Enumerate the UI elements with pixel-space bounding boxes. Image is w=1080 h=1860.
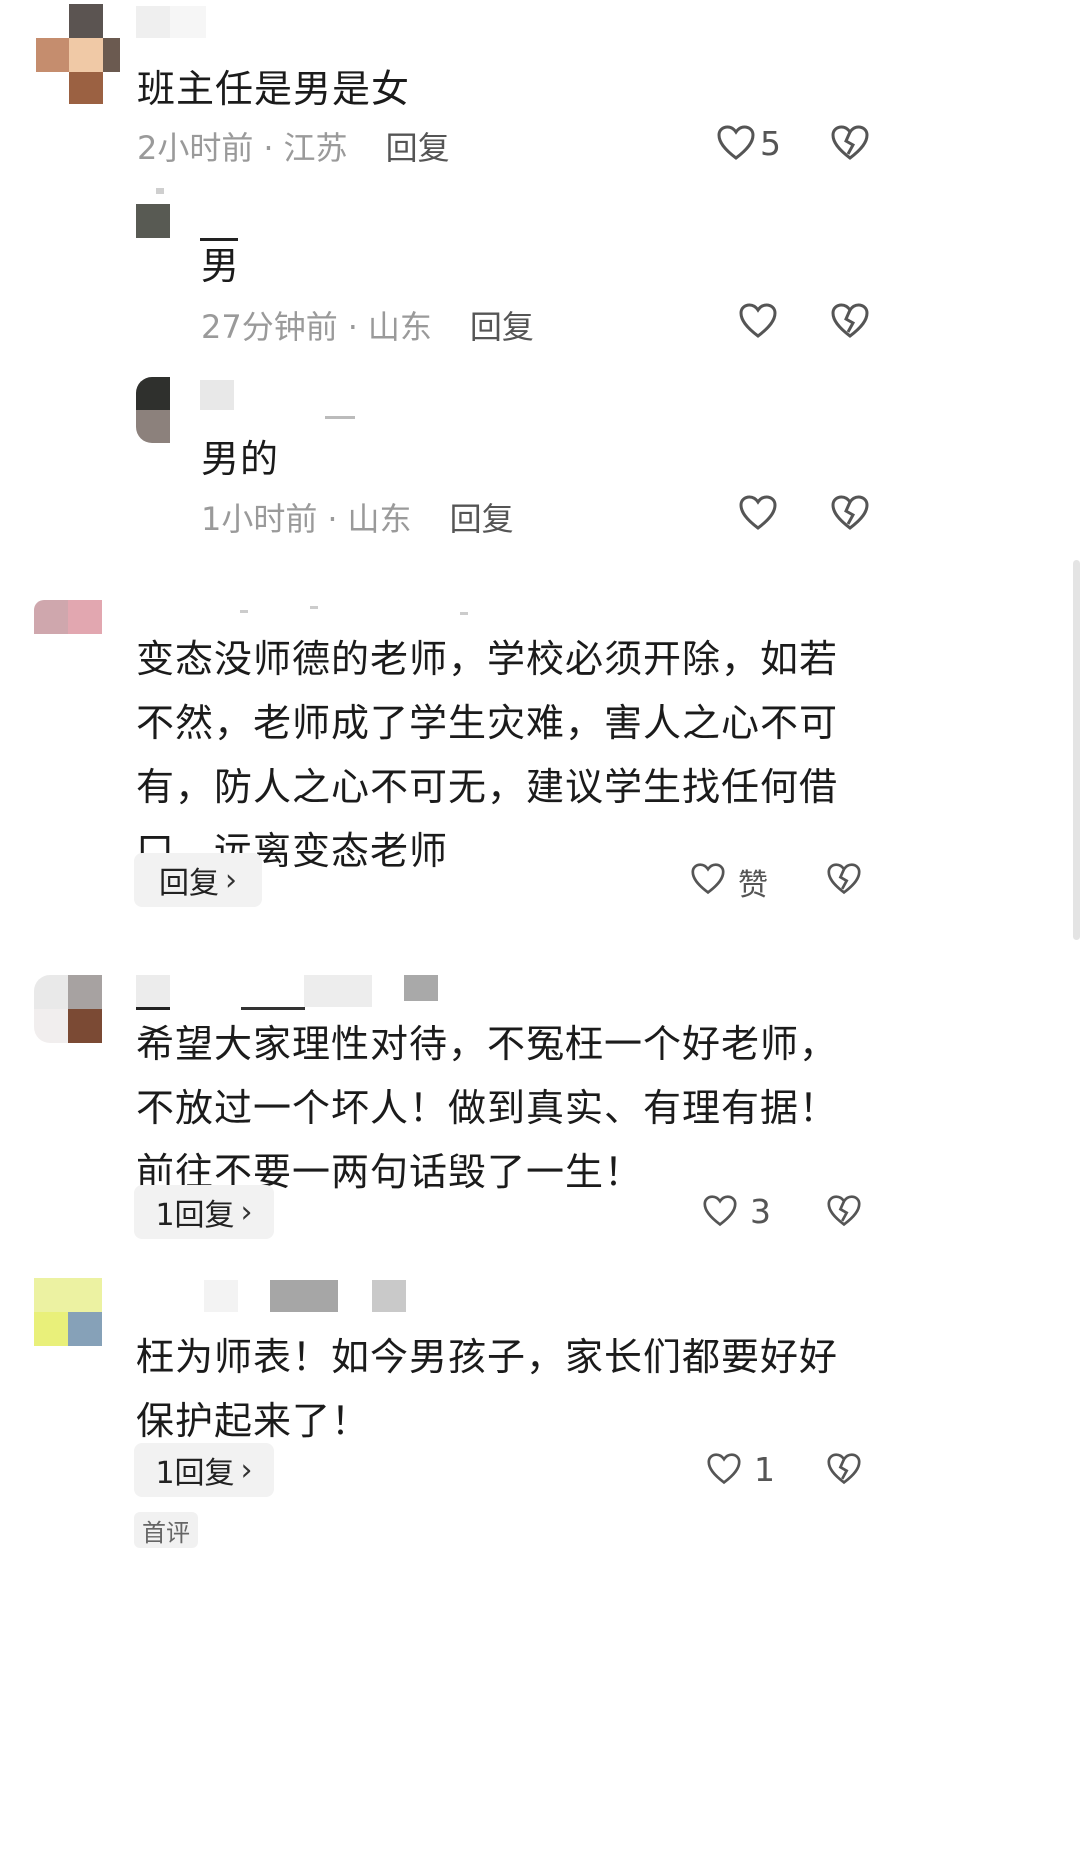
broken-heart-icon[interactable]: [830, 302, 870, 340]
reply-button[interactable]: 回复: [450, 500, 514, 538]
location: 山东: [347, 500, 412, 538]
like-count: 1: [754, 1450, 775, 1489]
comment-list: 班主任是男是女 2小时前 · 江苏 回复 5 男 27分钟前 · 山东 回复 男的 1小时前…: [0, 0, 1080, 1860]
first-comment-badge: 首评: [134, 1512, 198, 1548]
comment-meta: 27分钟前 · 山东 回复: [201, 302, 534, 348]
broken-heart-icon[interactable]: [826, 862, 862, 896]
like-count: 5: [760, 124, 781, 163]
comment-text: 男的: [201, 437, 280, 481]
timestamp: 1小时前: [201, 500, 318, 538]
replies-label: 1回复: [155, 1198, 235, 1233]
comment-meta: 2小时前 · 江苏 回复: [137, 123, 450, 169]
chevron-right-icon: ›: [240, 1194, 253, 1230]
avatar[interactable]: [136, 188, 170, 242]
replies-label: 1回复: [155, 1456, 235, 1491]
timestamp: 2小时前: [137, 129, 254, 167]
comment-text: 男: [201, 244, 241, 288]
location: 江苏: [283, 129, 348, 167]
heart-icon[interactable]: [702, 1194, 738, 1228]
like-label: 赞: [738, 868, 768, 903]
broken-heart-icon[interactable]: [830, 124, 870, 162]
avatar[interactable]: [34, 1278, 102, 1346]
like-count: 3: [750, 1192, 771, 1231]
avatar[interactable]: [34, 975, 102, 1043]
comment-text: 班主任是男是女: [137, 67, 411, 111]
heart-icon[interactable]: [706, 1452, 742, 1486]
username[interactable]: [136, 6, 206, 38]
separator: ·: [263, 129, 274, 167]
comment-meta: 1小时前 · 山东 回复: [201, 494, 514, 540]
separator: ·: [327, 500, 338, 538]
username[interactable]: [200, 380, 360, 420]
username[interactable]: [240, 600, 480, 620]
view-replies-button[interactable]: 1回复 ›: [134, 1443, 274, 1497]
avatar[interactable]: [36, 4, 120, 104]
broken-heart-icon[interactable]: [826, 1194, 862, 1228]
heart-icon[interactable]: [690, 862, 726, 896]
replies-label: 回复: [159, 866, 219, 901]
comment-text: 变态没师德的老师，学校必须开除，如若不然，老师成了学生灾难，害人之心不可有，防人…: [136, 637, 839, 873]
timestamp: 27分钟前: [201, 308, 338, 346]
avatar[interactable]: [136, 377, 170, 443]
heart-icon[interactable]: [738, 494, 778, 532]
scrollbar[interactable]: [1073, 560, 1080, 940]
reply-button[interactable]: 回复: [470, 308, 534, 346]
broken-heart-icon[interactable]: [830, 494, 870, 532]
view-replies-button[interactable]: 1回复 ›: [134, 1185, 274, 1239]
heart-icon[interactable]: [738, 302, 778, 340]
separator: ·: [347, 308, 358, 346]
heart-icon[interactable]: [716, 124, 756, 162]
comment-text: 枉为师表！如今男孩子，家长们都要好好保护起来了！: [136, 1335, 839, 1443]
location: 山东: [367, 308, 432, 346]
view-replies-button[interactable]: 回复 ›: [134, 853, 262, 907]
comment-text: 希望大家理性对待，不冤枉一个好老师，不放过一个坏人！做到真实、有理有据！前往不要…: [136, 1022, 839, 1194]
chevron-right-icon: ›: [225, 862, 237, 898]
reply-button[interactable]: 回复: [386, 129, 450, 167]
username[interactable]: [136, 975, 440, 1011]
broken-heart-icon[interactable]: [826, 1452, 862, 1486]
username[interactable]: [136, 1280, 442, 1314]
chevron-right-icon: ›: [240, 1452, 253, 1488]
avatar[interactable]: [34, 600, 102, 634]
